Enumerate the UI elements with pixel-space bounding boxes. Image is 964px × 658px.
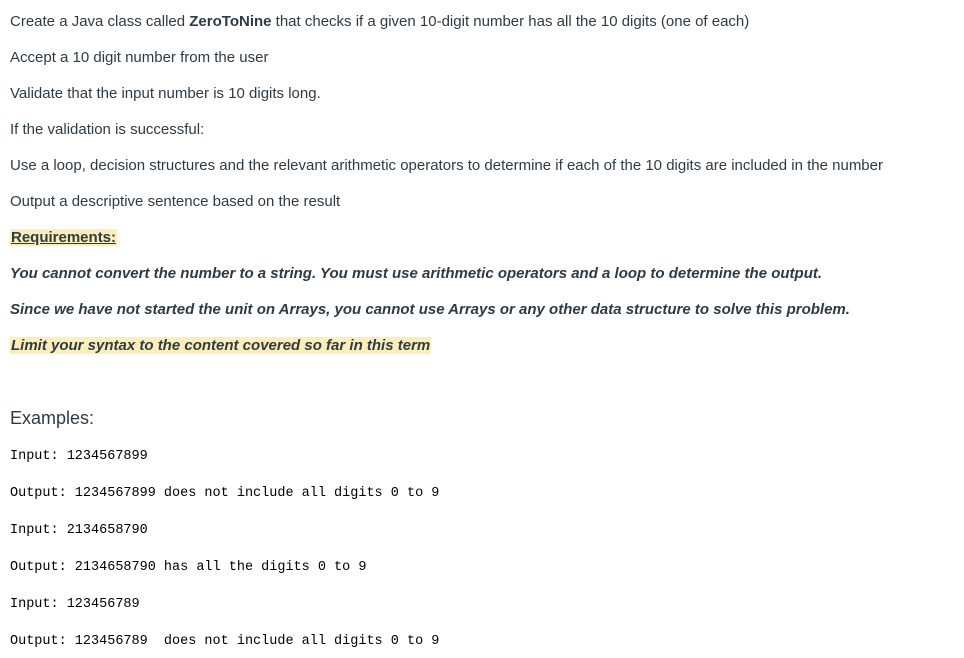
step-accept-input: Accept a 10 digit number from the user [10, 49, 269, 66]
requirement-no-arrays: Since we have not started the unit on Ar… [10, 301, 850, 318]
step-use-loop: Use a loop, decision structures and the … [10, 157, 883, 174]
requirement-limit-syntax-row: Limit your syntax to the content covered… [10, 336, 432, 356]
example-input-1: Input: 1234567899 [10, 449, 148, 464]
example-output-1: Output: 1234567899 does not include all … [10, 486, 440, 501]
example-output-2: Output: 2134658790 has all the digits 0 … [10, 560, 367, 575]
examples-heading: Examples: [10, 408, 95, 428]
example-input-2: Input: 2134658790 [10, 523, 148, 538]
requirement-limit-syntax: Limit your syntax to the content covered… [10, 337, 432, 354]
example-output-3: Output: 123456789 does not include all d… [10, 634, 440, 649]
intro-text-after: that checks if a given 10-digit number h… [271, 13, 750, 30]
step-if-successful: If the validation is successful: [10, 121, 205, 138]
intro-paragraph: Create a Java class called ZeroToNine th… [10, 12, 749, 32]
requirements-heading-row: Requirements: [10, 228, 118, 248]
intro-text-before: Create a Java class called [10, 13, 190, 30]
class-name: ZeroToNine [189, 13, 272, 30]
step-validate: Validate that the input number is 10 dig… [10, 85, 321, 102]
example-input-3: Input: 123456789 [10, 597, 140, 612]
requirements-heading: Requirements: [10, 229, 118, 246]
step-output: Output a descriptive sentence based on t… [10, 193, 341, 210]
requirement-no-string: You cannot convert the number to a strin… [10, 265, 823, 282]
